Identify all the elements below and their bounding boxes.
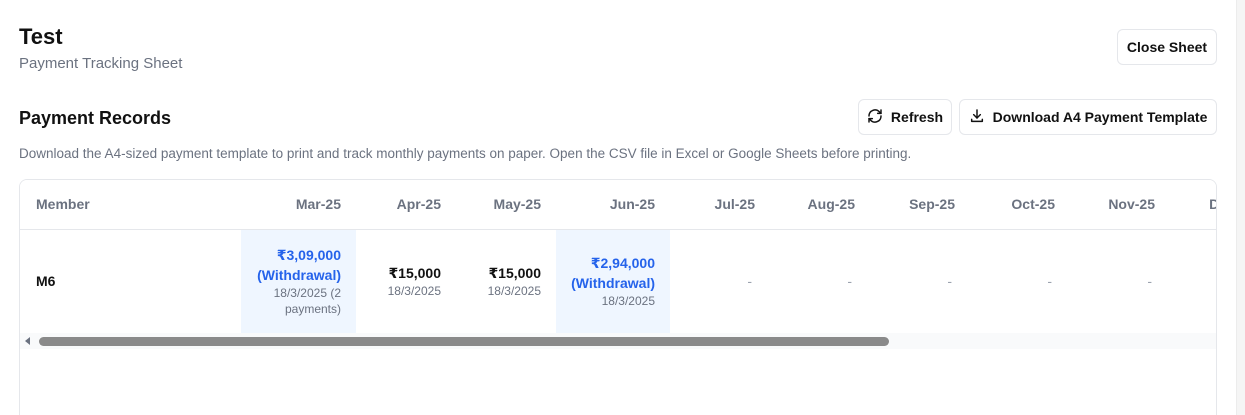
scroll-left-arrow-icon[interactable] — [25, 337, 30, 345]
empty-payment-cell[interactable]: - — [770, 229, 870, 333]
column-header-month[interactable]: Nov-25 — [1070, 180, 1170, 230]
refresh-label: Refresh — [890, 109, 944, 125]
payment-cell-withdrawal[interactable]: ₹2,94,000 (Withdrawal) 18/3/2025 — [556, 229, 670, 333]
download-template-label: Download A4 Payment Template — [992, 109, 1208, 125]
payment-date: 18/3/2025 — [387, 284, 441, 299]
sheet-subtitle: Payment Tracking Sheet — [19, 55, 183, 72]
column-header-month[interactable]: Oct-25 — [970, 180, 1070, 230]
payment-table-card: Member Mar-25 Apr-25 May-25 Jun-25 Jul-2… — [19, 179, 1217, 415]
payment-amount: ₹15,000 — [488, 265, 541, 282]
refresh-button[interactable]: Refresh — [858, 99, 952, 135]
close-sheet-button[interactable]: Close Sheet — [1117, 29, 1217, 65]
section-description: Download the A4-sized payment template t… — [19, 146, 912, 161]
table-row: M6 ₹3,09,000 (Withdrawal) 18/3/2025 (2 p… — [20, 229, 1216, 333]
column-header-month[interactable]: Sep-25 — [870, 180, 970, 230]
empty-payment-cell[interactable]: - — [1070, 229, 1170, 333]
column-header-member[interactable]: Member — [20, 180, 241, 230]
column-header-month[interactable]: Dec-25 — [1170, 180, 1216, 230]
payment-date: 18/3/2025 (2 payments) — [273, 286, 341, 317]
page-scrollbar[interactable] — [1236, 0, 1245, 415]
payment-amount: ₹15,000 — [388, 265, 441, 282]
column-header-month[interactable]: Jul-25 — [670, 180, 770, 230]
member-name: M6 — [36, 273, 56, 290]
empty-payment-cell[interactable] — [1170, 229, 1216, 333]
empty-payment-cell[interactable]: - — [670, 229, 770, 333]
refresh-icon — [867, 108, 883, 127]
payment-date: 18/3/2025 — [601, 294, 655, 309]
column-header-month[interactable]: Mar-25 — [241, 180, 356, 230]
payment-table: Member Mar-25 Apr-25 May-25 Jun-25 Jul-2… — [20, 180, 1216, 333]
empty-payment-cell[interactable]: - — [870, 229, 970, 333]
close-sheet-label: Close Sheet — [1126, 39, 1208, 55]
table-header-row: Member Mar-25 Apr-25 May-25 Jun-25 Jul-2… — [20, 180, 1216, 230]
download-template-button[interactable]: Download A4 Payment Template — [959, 99, 1217, 135]
empty-payment-cell[interactable]: - — [970, 229, 1070, 333]
column-header-month[interactable]: May-25 — [456, 180, 556, 230]
horizontal-scrollbar[interactable] — [20, 333, 1216, 349]
payment-cell[interactable]: ₹15,000 18/3/2025 — [456, 229, 556, 333]
payment-cell[interactable]: ₹15,000 18/3/2025 — [356, 229, 456, 333]
payment-cell-withdrawal[interactable]: ₹3,09,000 (Withdrawal) 18/3/2025 (2 paym… — [241, 229, 356, 333]
payment-type: (Withdrawal) — [257, 267, 341, 284]
section-title: Payment Records — [19, 108, 172, 128]
payment-table-scroll[interactable]: Member Mar-25 Apr-25 May-25 Jun-25 Jul-2… — [20, 180, 1216, 334]
column-header-month[interactable]: Apr-25 — [356, 180, 456, 230]
scrollbar-thumb[interactable] — [39, 337, 889, 346]
payment-type: (Withdrawal) — [571, 275, 655, 292]
column-header-month[interactable]: Aug-25 — [770, 180, 870, 230]
payment-amount: ₹2,94,000 — [590, 255, 655, 272]
payment-date: 18/3/2025 — [487, 284, 541, 299]
sheet-title: Test — [19, 24, 63, 49]
column-header-month[interactable]: Jun-25 — [556, 180, 670, 230]
payment-amount: ₹3,09,000 — [276, 247, 341, 264]
download-icon — [969, 108, 985, 127]
